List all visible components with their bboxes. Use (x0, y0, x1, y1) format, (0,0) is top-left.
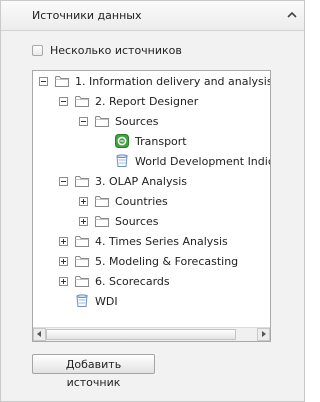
tree-node-label: 1. Information delivery and analysis (75, 74, 270, 88)
panel-title: Источники данных (32, 9, 142, 22)
tree-node[interactable]: WDI (59, 292, 118, 310)
folder-icon (94, 194, 110, 208)
tree-node[interactable]: 3. OLAP Analysis (59, 172, 187, 190)
tree-node[interactable]: 1. Information delivery and analysis (39, 72, 270, 90)
tree-node-label: 3. OLAP Analysis (95, 174, 188, 188)
tree-node[interactable]: Countries (79, 192, 168, 210)
database-icon (74, 294, 90, 308)
folder-icon (74, 94, 90, 108)
data-sources-panel: Источники данных Несколько источников 1.… (0, 0, 305, 402)
tree-node-label: WDI (95, 294, 118, 308)
cube-source-icon (114, 134, 130, 148)
collapse-minus-icon[interactable] (79, 116, 88, 126)
folder-icon (74, 274, 90, 288)
folder-icon (54, 74, 70, 88)
sources-tree-container: 1. Information delivery and analysis 2. R… (32, 70, 271, 342)
tree-node-label: 2. Report Designer (95, 94, 199, 108)
tree-node-label: Transport (135, 134, 187, 148)
multiple-sources-option[interactable]: Несколько источников (32, 43, 182, 57)
tree-node[interactable]: Sources (79, 212, 159, 230)
folder-icon (94, 214, 110, 228)
tree-node-label: 6. Scorecards (95, 274, 170, 288)
expand-plus-icon[interactable] (59, 236, 68, 246)
tree-node-label: Sources (115, 114, 159, 128)
tree-node-label: 5. Modeling & Forecasting (95, 254, 239, 268)
tree-node-label: World Development Indicators (135, 154, 270, 168)
panel-header[interactable]: Источники данных (1, 1, 304, 31)
tree-node[interactable]: Transport (99, 132, 187, 150)
arrow-left-icon[interactable] (33, 328, 46, 341)
collapse-minus-icon[interactable] (59, 176, 68, 186)
expand-plus-icon[interactable] (79, 196, 88, 206)
expand-plus-icon[interactable] (79, 216, 88, 226)
multiple-sources-checkbox[interactable] (32, 44, 43, 56)
tree-node[interactable]: 4. Times Series Analysis (59, 232, 228, 250)
folder-icon (74, 174, 90, 188)
folder-icon (94, 114, 110, 128)
folder-icon (74, 234, 90, 248)
folder-icon (74, 254, 90, 268)
tree-node-label: Sources (115, 214, 159, 228)
tree-node[interactable]: Sources (79, 112, 159, 130)
tree-node[interactable]: 5. Modeling & Forecasting (59, 252, 238, 270)
tree-node-label: Countries (115, 194, 168, 208)
collapse-minus-icon[interactable] (59, 96, 68, 106)
chevron-up-icon[interactable] (287, 11, 297, 19)
sources-tree[interactable]: 1. Information delivery and analysis 2. R… (33, 71, 270, 327)
arrow-right-icon[interactable] (257, 328, 270, 341)
expand-plus-icon[interactable] (59, 256, 68, 266)
scroll-thumb[interactable] (46, 329, 236, 340)
add-source-button[interactable]: Добавить источник (32, 354, 155, 389)
collapse-minus-icon[interactable] (39, 76, 48, 86)
horizontal-scrollbar[interactable] (33, 327, 270, 341)
database-icon (114, 154, 130, 168)
tree-node[interactable]: 6. Scorecards (59, 272, 170, 290)
expand-plus-icon[interactable] (59, 276, 68, 286)
multiple-sources-label: Несколько источников (50, 43, 182, 57)
tree-node[interactable]: 2. Report Designer (59, 92, 198, 110)
tree-node[interactable]: World Development Indicators (99, 152, 270, 170)
tree-node-label: 4. Times Series Analysis (95, 234, 228, 248)
